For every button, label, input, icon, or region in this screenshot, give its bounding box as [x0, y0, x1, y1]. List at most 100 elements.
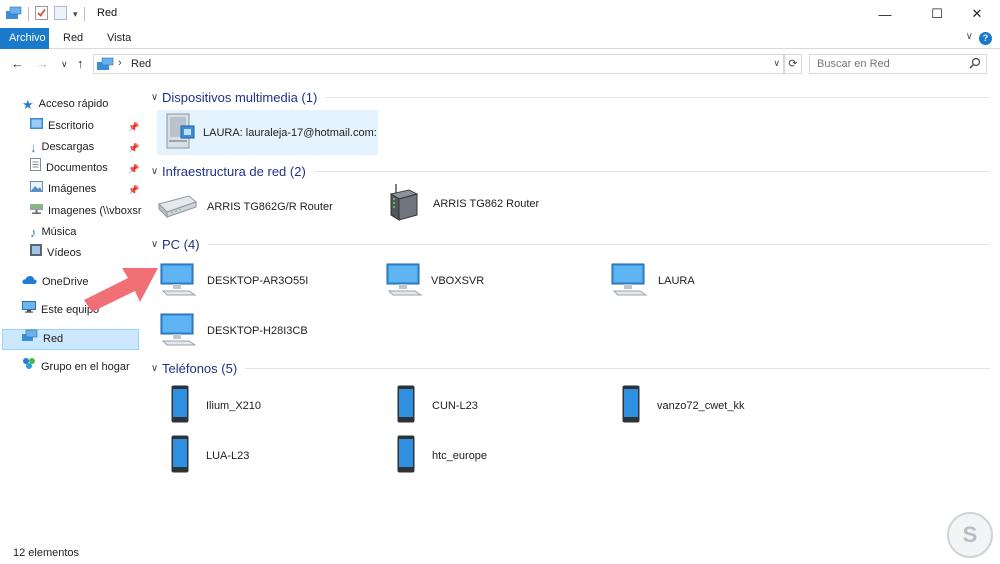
router-icon: [157, 190, 197, 223]
phone-tile-lua-l23[interactable]: LUA-L23: [171, 433, 249, 478]
sidebar-item-red[interactable]: Red: [2, 329, 139, 350]
music-icon: ♪: [30, 225, 37, 240]
customize-toolbar-icon[interactable]: ▾: [73, 9, 78, 20]
phone-icon: [622, 385, 640, 426]
desktop-folder-icon: [30, 116, 43, 137]
sidebar-item-imagenes-vboxsr[interactable]: Imagenes (\\vboxsr: [30, 201, 142, 222]
recent-locations-icon[interactable]: ∨: [61, 59, 68, 70]
address-bar[interactable]: › Red ∨: [93, 54, 784, 74]
phone-tile-vanzo72[interactable]: vanzo72_cwet_kk: [622, 383, 744, 428]
device-label: LAURA: [658, 274, 695, 287]
pin-icon: 📌: [128, 164, 140, 174]
group-header-infraestructura[interactable]: ∨ Infraestructura de red (2): [147, 162, 990, 180]
network-icon: [22, 329, 38, 350]
refresh-button[interactable]: ⟳: [784, 54, 802, 74]
group-header-pc[interactable]: ∨ PC (4): [147, 235, 990, 253]
close-button[interactable]: ✕: [954, 0, 1000, 28]
computer-icon: [159, 260, 197, 301]
tab-vista[interactable]: Vista: [98, 28, 140, 49]
pin-icon: 📌: [128, 185, 140, 195]
sidebar-item-musica[interactable]: ♪ Música: [30, 222, 76, 243]
document-icon: [30, 158, 41, 179]
device-label: LUA-L23: [206, 449, 250, 462]
network-icon: [97, 57, 114, 74]
device-label: ARRIS TG862 Router: [433, 197, 540, 210]
video-icon: [30, 243, 42, 264]
collapse-chevron-icon[interactable]: ∨: [147, 239, 162, 250]
pc-tile-desktop-h28i3cb[interactable]: DESKTOP-H28I3CB: [159, 308, 308, 353]
sidebar-item-descargas[interactable]: ↓ Descargas: [30, 137, 94, 158]
tab-archivo[interactable]: Archivo: [0, 28, 49, 49]
cloud-icon: [22, 272, 37, 293]
pc-tile-vboxsvr[interactable]: VBOXSVR: [385, 258, 484, 303]
breadcrumb-separator-icon[interactable]: ›: [118, 57, 122, 69]
forward-arrow-icon[interactable]: →: [36, 56, 49, 71]
pin-icon: 📌: [128, 143, 140, 153]
annotation-arrow-icon: [84, 268, 158, 312]
device-label: Ilium_X210: [206, 399, 262, 412]
pin-icon: 📌: [128, 122, 140, 132]
sidebar-item-label: Imágenes: [48, 183, 97, 195]
sidebar-item-label: Vídeos: [47, 247, 82, 259]
help-icon[interactable]: ?: [979, 32, 992, 45]
sidebar-item-acceso-rapido[interactable]: ★ Acceso rápido: [22, 94, 108, 115]
sidebar-item-imagenes[interactable]: Imágenes: [30, 179, 96, 200]
sidebar-item-videos[interactable]: Vídeos: [30, 243, 81, 264]
phone-icon: [397, 385, 415, 426]
status-item-count: 12 elementos: [13, 547, 80, 559]
sidebar-item-label: Red: [43, 333, 64, 345]
back-arrow-icon[interactable]: ←: [11, 56, 24, 71]
search-box[interactable]: [809, 54, 987, 74]
device-tile-router-1[interactable]: ARRIS TG862G/R Router: [157, 184, 333, 229]
group-header-multimedia[interactable]: ∨ Dispositivos multimedia (1): [147, 88, 990, 106]
sidebar-item-label: Escritorio: [48, 120, 94, 132]
search-icon[interactable]: [969, 57, 981, 72]
computer-icon: [22, 300, 36, 321]
group-title: PC (4): [162, 236, 200, 252]
navigation-pane: ★ Acceso rápido Escritorio 📌 ↓ Descargas…: [0, 88, 146, 538]
collapse-chevron-icon[interactable]: ∨: [147, 363, 162, 374]
phone-tile-htc-europe[interactable]: htc_europe: [397, 433, 487, 478]
group-header-telefonos[interactable]: ∨ Teléfonos (5): [147, 359, 990, 377]
sidebar-item-label: Imagenes (\\vboxsr: [48, 205, 142, 217]
download-icon: ↓: [30, 140, 37, 155]
sidebar-item-onedrive[interactable]: OneDrive: [22, 272, 88, 293]
up-arrow-icon[interactable]: ↑: [77, 56, 84, 71]
sidebar-item-label: Música: [41, 226, 77, 238]
minimize-button[interactable]: —: [862, 0, 908, 28]
breadcrumb[interactable]: Red: [131, 58, 151, 70]
group-title: Infraestructura de red (2): [162, 163, 306, 179]
phone-icon: [171, 385, 189, 426]
homegroup-icon: [22, 357, 36, 378]
network-drive-icon: [30, 201, 43, 222]
phone-tile-ilium[interactable]: Ilium_X210: [171, 383, 261, 428]
collapse-chevron-icon[interactable]: ∨: [147, 166, 162, 177]
properties-icon[interactable]: [35, 5, 48, 23]
device-label: CUN-L23: [432, 399, 478, 412]
phone-tile-cun-l23[interactable]: CUN-L23: [397, 383, 478, 428]
device-label: LAURA: lauraleja-17@hotmail.com:: [203, 126, 377, 139]
device-tile-media[interactable]: LAURA: lauraleja-17@hotmail.com:: [157, 110, 378, 155]
address-dropdown-icon[interactable]: ∨: [773, 58, 780, 69]
sidebar-item-documentos[interactable]: Documentos: [30, 158, 108, 179]
sidebar-item-escritorio[interactable]: Escritorio: [30, 116, 94, 137]
phone-icon: [171, 435, 189, 476]
new-folder-icon[interactable]: [54, 5, 67, 23]
pc-tile-laura[interactable]: LAURA: [610, 258, 695, 303]
chevron-down-icon[interactable]: ∨: [966, 31, 973, 42]
group-title: Dispositivos multimedia (1): [162, 89, 318, 105]
star-icon: ★: [22, 97, 34, 112]
device-label: DESKTOP-AR3O55I: [207, 274, 309, 287]
phone-icon: [397, 435, 415, 476]
collapse-chevron-icon[interactable]: ∨: [147, 92, 162, 103]
tab-red[interactable]: Red: [54, 28, 92, 49]
pc-tile-desktop-ar3o55i[interactable]: DESKTOP-AR3O55I: [159, 258, 308, 303]
network-window-icon: [6, 6, 22, 23]
group-title: Teléfonos (5): [162, 360, 238, 376]
sidebar-item-label: Grupo en el hogar: [41, 361, 130, 373]
sidebar-item-grupo-hogar[interactable]: Grupo en el hogar: [22, 357, 130, 378]
ribbon-tabs: Archivo Red Vista ∨ ?: [0, 28, 1000, 49]
device-tile-router-2[interactable]: ARRIS TG862 Router: [387, 181, 539, 226]
search-input[interactable]: [810, 55, 960, 73]
device-label: htc_europe: [432, 449, 488, 462]
